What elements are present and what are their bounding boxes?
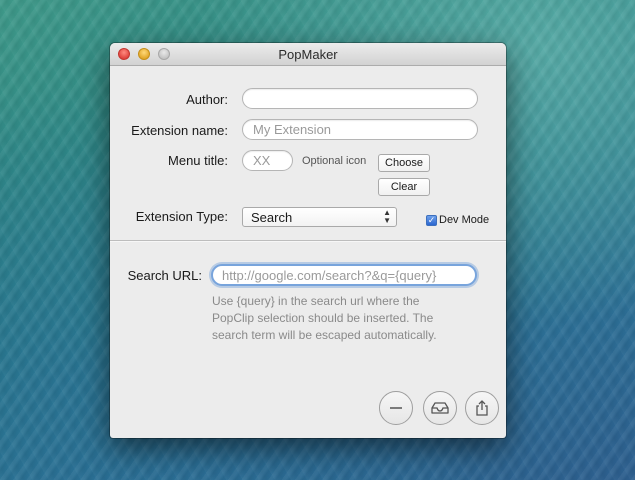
author-label: Author: xyxy=(186,92,228,107)
dev-mode-label: Dev Mode xyxy=(439,214,490,226)
minus-icon xyxy=(390,407,402,409)
menu-title-label: Menu title: xyxy=(168,153,228,168)
help-line: Use {query} in the search url where the xyxy=(212,294,420,308)
extension-type-value: Search xyxy=(251,209,293,225)
extension-name-field[interactable] xyxy=(242,119,478,140)
install-button[interactable] xyxy=(423,391,457,425)
extension-type-label: Extension Type: xyxy=(135,209,228,224)
popmaker-window: PopMaker Author: Extension name: Menu ti… xyxy=(110,43,506,438)
remove-button[interactable] xyxy=(379,391,413,425)
help-line: PopClip selection should be inserted. Th… xyxy=(212,311,434,325)
tray-icon xyxy=(431,402,449,414)
updown-arrows-icon: ▲ ▼ xyxy=(383,208,391,225)
share-icon xyxy=(476,400,488,416)
search-url-label: Search URL: xyxy=(127,268,202,283)
author-field[interactable] xyxy=(242,88,478,109)
clear-icon-button[interactable]: Clear xyxy=(378,178,430,196)
checkmark-icon: ✓ xyxy=(427,215,436,225)
extension-type-select[interactable]: Search ▲ ▼ xyxy=(242,207,397,227)
title-bar[interactable]: PopMaker xyxy=(110,43,506,66)
section-divider xyxy=(110,240,506,241)
window-title: PopMaker xyxy=(278,47,338,62)
menu-title-field[interactable] xyxy=(242,150,293,171)
dev-mode-checkbox[interactable]: ✓ xyxy=(426,215,437,226)
optional-icon-label: Optional icon xyxy=(302,155,367,167)
search-url-help-text: Use {query} in the search url where the … xyxy=(212,293,437,344)
choose-icon-button[interactable]: Choose xyxy=(378,154,430,172)
extension-name-label: Extension name: xyxy=(131,123,228,138)
help-line: search term will be escaped automaticall… xyxy=(212,328,437,342)
share-button[interactable] xyxy=(465,391,499,425)
search-url-field[interactable] xyxy=(211,264,477,286)
